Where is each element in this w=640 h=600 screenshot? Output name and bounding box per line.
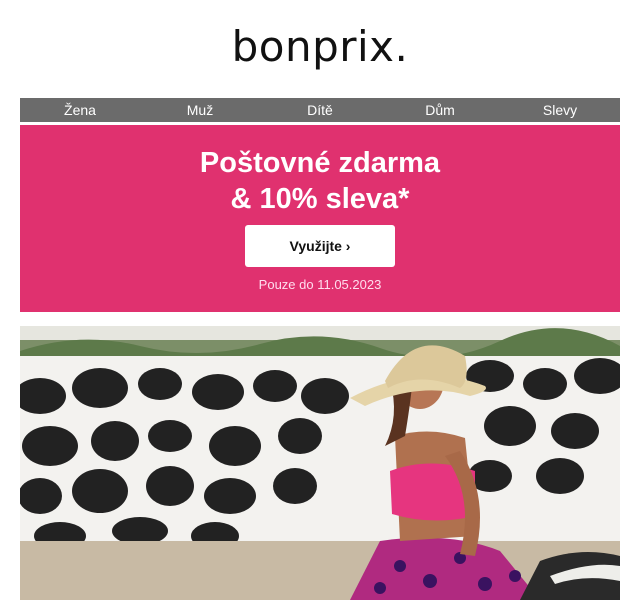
- promo-headline-2: & 10% sleva*: [230, 183, 410, 215]
- hero-illustration: [20, 326, 620, 600]
- promo-validity-text: Pouze do 11.05.2023: [258, 277, 382, 292]
- use-offer-button[interactable]: Využijte ›: [245, 225, 395, 267]
- header: bonprix.: [0, 0, 640, 98]
- nav-item-dite[interactable]: Dítě: [260, 102, 380, 118]
- promo-headline-1: Poštovné zdarma: [199, 147, 441, 179]
- main-nav: Žena Muž Dítě Dům Slevy: [20, 98, 620, 122]
- nav-item-zena[interactable]: Žena: [20, 102, 140, 118]
- promo-banner: Poštovné zdarma & 10% sleva* Využijte › …: [20, 125, 620, 312]
- bonprix-logo[interactable]: bonprix.: [0, 22, 640, 71]
- nav-item-muz[interactable]: Muž: [140, 102, 260, 118]
- nav-item-slevy[interactable]: Slevy: [500, 102, 620, 118]
- nav-item-dum[interactable]: Dům: [380, 102, 500, 118]
- hero-image[interactable]: [20, 326, 620, 600]
